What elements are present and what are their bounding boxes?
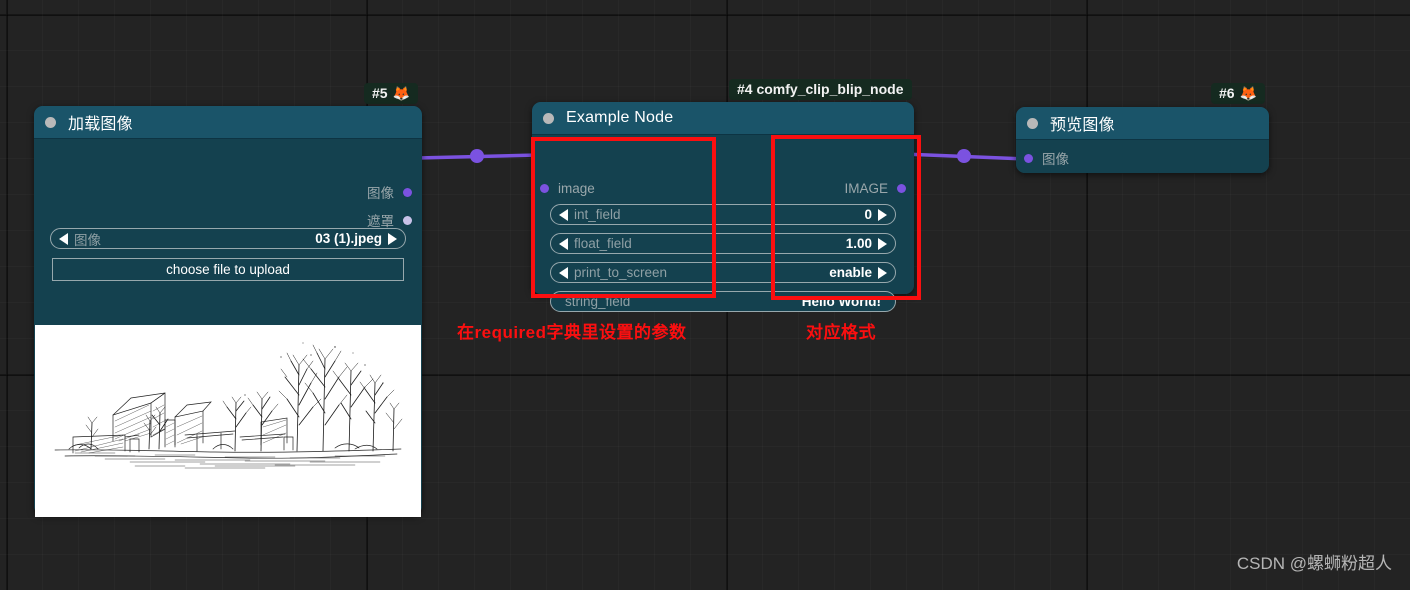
annotation-label-value-format: 对应格式 <box>806 323 876 342</box>
comfyui-canvas[interactable]: #5 🦊 加载图像 图像 遮罩 图像 03 (1).jpeg choose fi… <box>0 0 1410 590</box>
output-slot-image-load-image[interactable]: 图像 <box>367 183 412 201</box>
node-badge-load-image: #5 🦊 <box>364 83 419 104</box>
link-midpoint-dot-right[interactable] <box>957 149 971 163</box>
widget-value-image: 03 (1).jpeg <box>315 231 382 246</box>
widget-label-image: 图像 <box>74 232 101 248</box>
node-badge-example-node: #4 comfy_clip_blip_node <box>729 79 912 100</box>
link-loadimage-to-example <box>416 153 539 160</box>
output-slot-mask-load-image[interactable]: 遮罩 <box>367 211 412 229</box>
csdn-watermark: CSDN @螺蛳粉超人 <box>1236 554 1392 573</box>
node-body-load-image: 图像 遮罩 图像 03 (1).jpeg choose file to uplo… <box>34 139 422 517</box>
collapse-dot-icon[interactable] <box>45 116 56 128</box>
node-title-load-image[interactable]: 加载图像 <box>34 106 422 139</box>
output-dot-mask-icon[interactable] <box>403 215 412 225</box>
fox-icon: 🦊 <box>392 85 411 101</box>
input-dot-image-icon[interactable] <box>1024 153 1033 163</box>
node-badge-text-preview-image: #6 <box>1219 85 1235 101</box>
link-example-to-preview <box>902 152 1026 161</box>
next-arrow-icon[interactable] <box>388 232 397 245</box>
node-title-text-example-node: Example Node <box>566 109 674 126</box>
annotation-box-value-format <box>771 135 921 300</box>
node-title-preview-image[interactable]: 预览图像 <box>1016 107 1269 140</box>
node-badge-text-example-node: #4 comfy_clip_blip_node <box>737 81 904 97</box>
image-preview-load-image[interactable] <box>35 325 421 517</box>
collapse-dot-icon[interactable] <box>543 112 554 124</box>
input-slot-label-image-preview: 图像 <box>1042 152 1069 167</box>
sketch-illustration <box>35 325 421 517</box>
node-badge-text-load-image: #5 <box>372 85 388 101</box>
widget-image-combo[interactable]: 图像 03 (1).jpeg <box>50 228 406 249</box>
node-title-example-node[interactable]: Example Node <box>532 102 914 135</box>
fox-icon: 🦊 <box>1239 85 1258 101</box>
annotation-box-required-params <box>531 137 716 298</box>
node-title-text-load-image: 加载图像 <box>68 116 133 133</box>
choose-file-to-upload-button[interactable]: choose file to upload <box>52 258 404 281</box>
choose-file-to-upload-label: choose file to upload <box>166 262 290 277</box>
output-slot-label-image: 图像 <box>367 186 394 201</box>
node-preview-image[interactable]: 预览图像 图像 <box>1016 107 1269 173</box>
output-dot-image-icon[interactable] <box>403 187 412 197</box>
node-body-preview-image: 图像 <box>1016 140 1269 173</box>
annotation-label-required-params: 在required字典里设置的参数 <box>457 323 687 342</box>
collapse-dot-icon[interactable] <box>1027 117 1038 129</box>
prev-arrow-icon[interactable] <box>59 232 68 245</box>
input-slot-image-preview-image[interactable]: 图像 <box>1024 149 1069 167</box>
output-slot-label-mask: 遮罩 <box>367 214 394 229</box>
node-title-text-preview-image: 预览图像 <box>1050 117 1115 134</box>
link-midpoint-dot-left[interactable] <box>470 149 484 163</box>
node-badge-preview-image: #6 🦊 <box>1211 83 1266 104</box>
node-load-image[interactable]: 加载图像 图像 遮罩 图像 03 (1).jpeg choose file to… <box>34 106 422 517</box>
